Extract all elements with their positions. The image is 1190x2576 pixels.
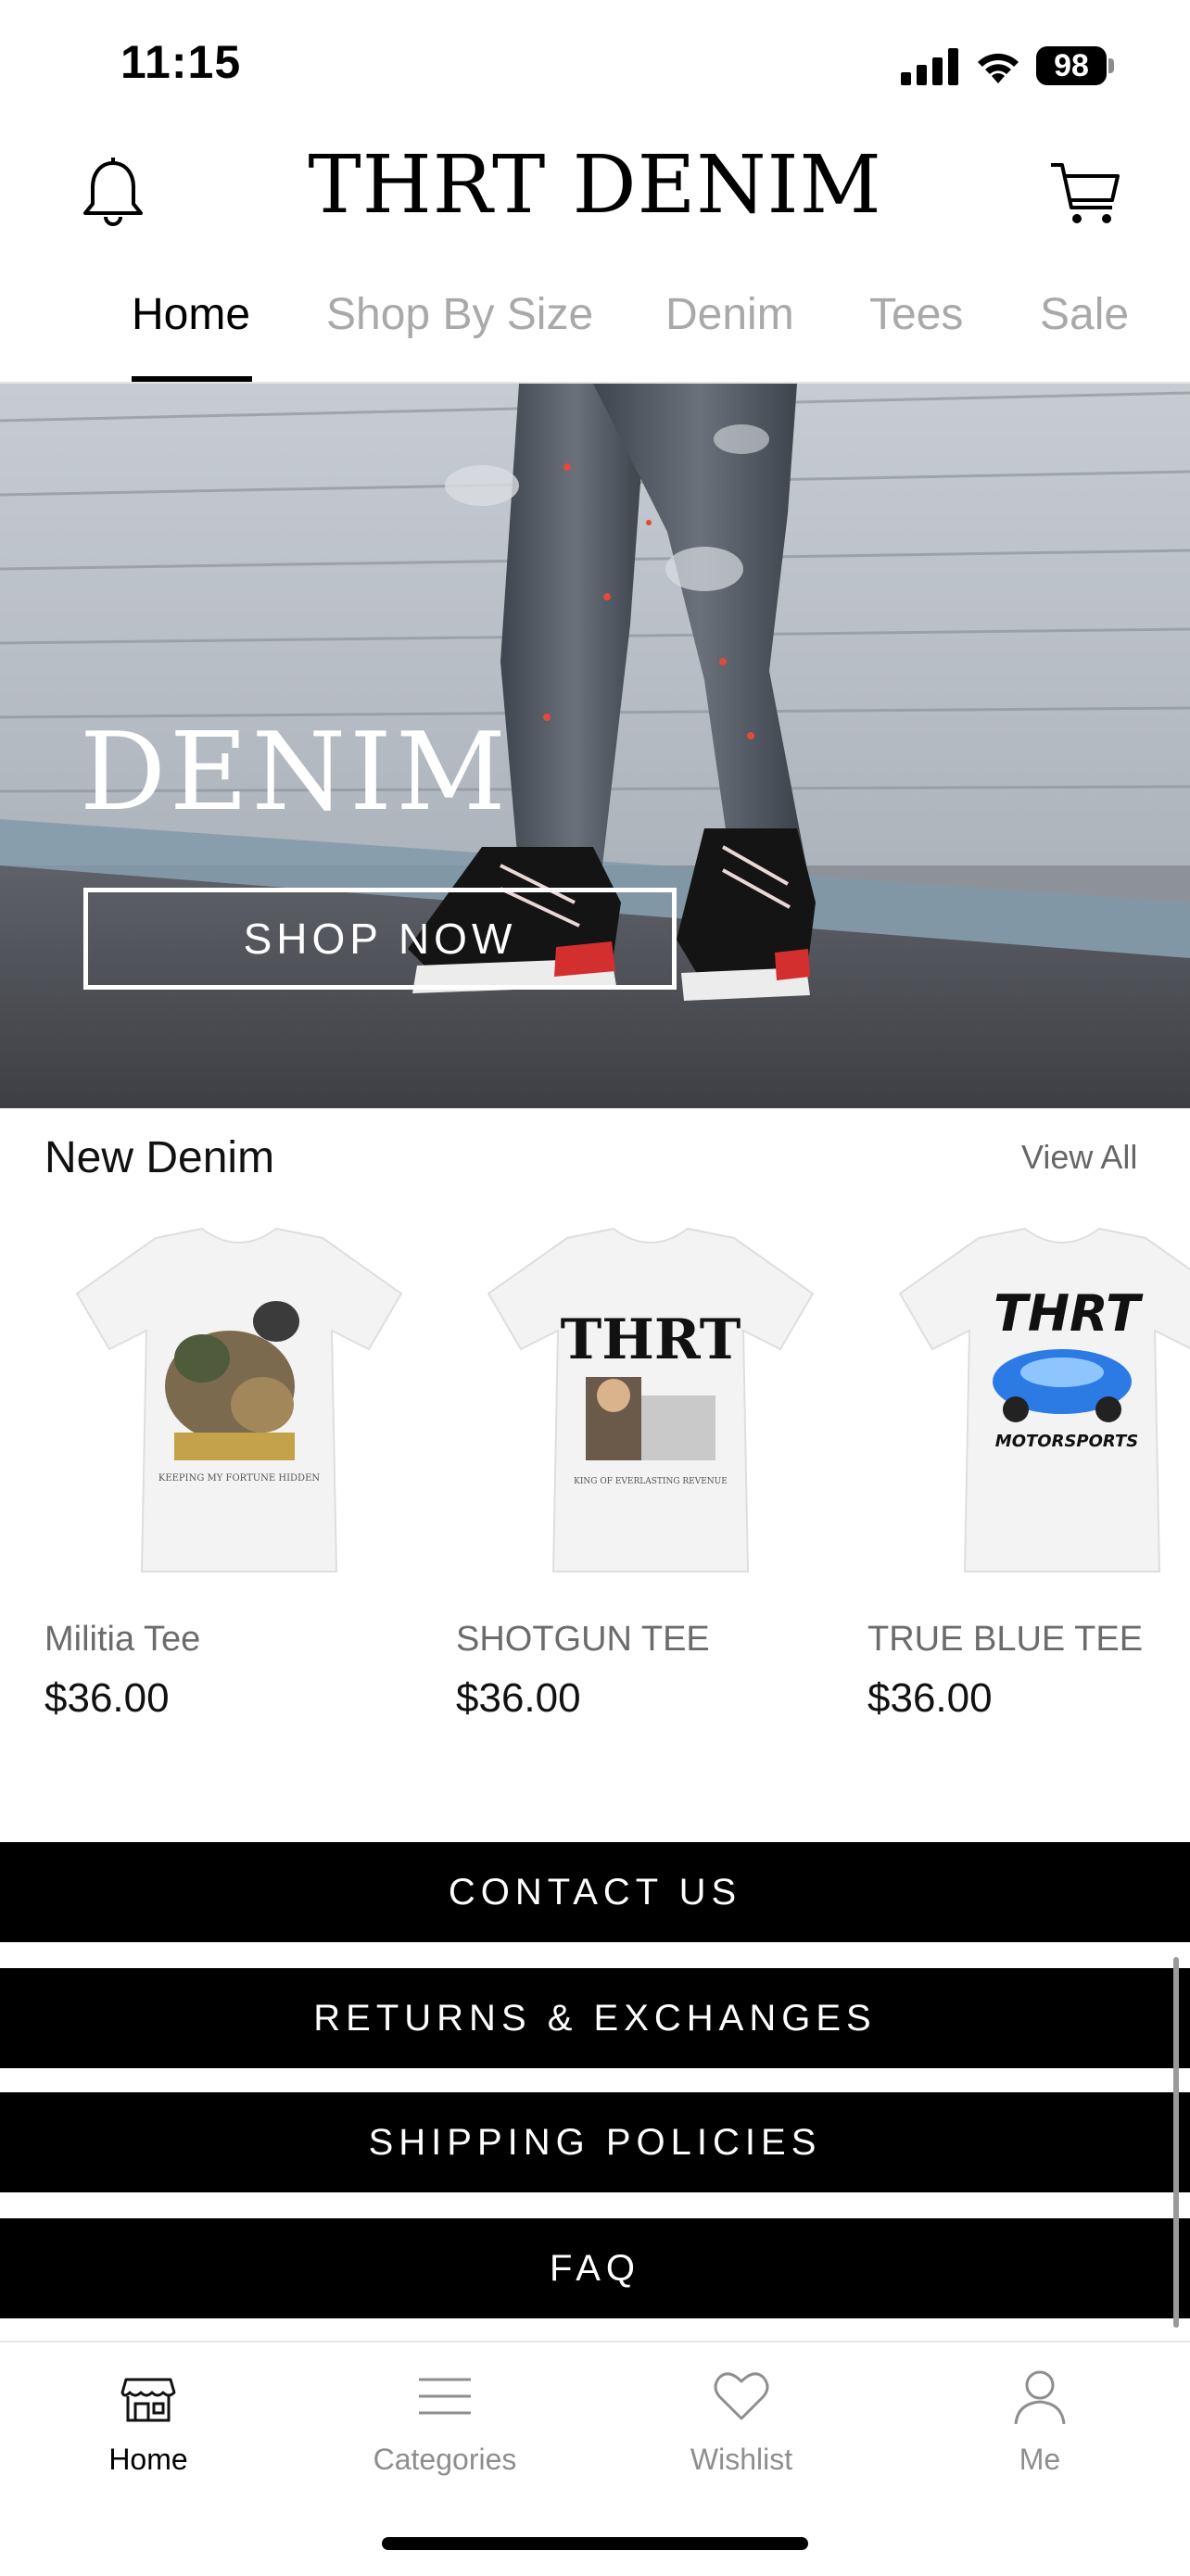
bell-icon[interactable] bbox=[78, 156, 148, 230]
tabbar-label-wishlist: Wishlist bbox=[690, 2443, 793, 2476]
tab-denim[interactable]: Denim bbox=[665, 289, 794, 340]
product-name[interactable]: Militia Tee bbox=[44, 1620, 200, 1660]
product-name[interactable]: SHOTGUN TEE bbox=[456, 1620, 710, 1660]
status-bar: 11:15 98 bbox=[0, 0, 1190, 130]
returns-exchanges-button[interactable]: RETURNS & EXCHANGES bbox=[0, 1968, 1190, 2068]
brand-logo[interactable]: THRT DENIM bbox=[232, 139, 958, 232]
tabbar-label-me: Me bbox=[1019, 2443, 1061, 2476]
heart-icon bbox=[714, 2372, 769, 2420]
shipping-policies-button[interactable]: SHIPPING POLICIES bbox=[0, 2092, 1190, 2192]
tab-shop-by-size[interactable]: Shop By Size bbox=[326, 289, 593, 340]
battery-indicator: 98 bbox=[1036, 46, 1107, 85]
battery-nub bbox=[1108, 58, 1114, 73]
status-time: 11:15 bbox=[120, 36, 242, 88]
svg-text:THRT: THRT bbox=[994, 1284, 1144, 1343]
cellular-signal-icon bbox=[901, 48, 958, 85]
svg-text:KING OF EVERLASTING REVENUE: KING OF EVERLASTING REVENUE bbox=[574, 1477, 728, 1486]
product-image-shotgun-tee[interactable]: THRT KING OF EVERLASTING REVENUE bbox=[465, 1219, 836, 1590]
category-tabs: Home Shop By Size Denim Tees Sale bbox=[0, 278, 1190, 384]
tabbar-me[interactable]: Me bbox=[947, 2342, 1133, 2500]
section-title: New Denim bbox=[44, 1133, 275, 1182]
wifi-icon bbox=[978, 53, 1019, 83]
store-icon bbox=[120, 2378, 176, 2422]
product-image-militia-tee[interactable]: KEEPING MY FORTUNE HIDDEN bbox=[54, 1219, 424, 1590]
hero-title: DENIM bbox=[80, 710, 510, 835]
faq-button[interactable]: FAQ bbox=[0, 2218, 1190, 2318]
svg-text:MOTORSPORTS: MOTORSPORTS bbox=[995, 1432, 1138, 1451]
product-name[interactable]: TRUE BLUE TEE bbox=[867, 1620, 1143, 1660]
tab-home[interactable]: Home bbox=[132, 289, 250, 340]
tabbar-home[interactable]: Home bbox=[56, 2342, 241, 2500]
product-price: $36.00 bbox=[44, 1675, 170, 1721]
tab-tees[interactable]: Tees bbox=[869, 289, 963, 340]
scrollbar[interactable] bbox=[1173, 1957, 1179, 2328]
svg-text:KEEPING MY FORTUNE HIDDEN: KEEPING MY FORTUNE HIDDEN bbox=[158, 1473, 321, 1484]
svg-text:THRT: THRT bbox=[561, 1307, 741, 1372]
contact-us-button[interactable]: CONTACT US bbox=[0, 1842, 1190, 1942]
tabbar-label-home: Home bbox=[108, 2443, 188, 2476]
home-indicator[interactable] bbox=[382, 2537, 808, 2550]
product-price: $36.00 bbox=[456, 1675, 581, 1721]
tab-sale[interactable]: Sale bbox=[1040, 289, 1129, 340]
product-price: $36.00 bbox=[867, 1675, 993, 1721]
hero-banner[interactable]: DENIM SHOP NOW bbox=[0, 384, 1190, 1108]
product-image-true-blue-tee[interactable]: THRT MOTORSPORTS bbox=[877, 1219, 1190, 1590]
person-icon bbox=[1014, 2370, 1066, 2425]
tabbar-label-categories: Categories bbox=[373, 2443, 517, 2476]
shop-now-button[interactable]: SHOP NOW bbox=[83, 888, 677, 990]
tabbar-wishlist[interactable]: Wishlist bbox=[649, 2342, 834, 2500]
menu-lines-icon bbox=[419, 2378, 471, 2415]
tabbar-categories[interactable]: Categories bbox=[352, 2342, 538, 2500]
view-all-link[interactable]: View All bbox=[1021, 1138, 1137, 1177]
cart-icon[interactable] bbox=[1047, 156, 1121, 230]
